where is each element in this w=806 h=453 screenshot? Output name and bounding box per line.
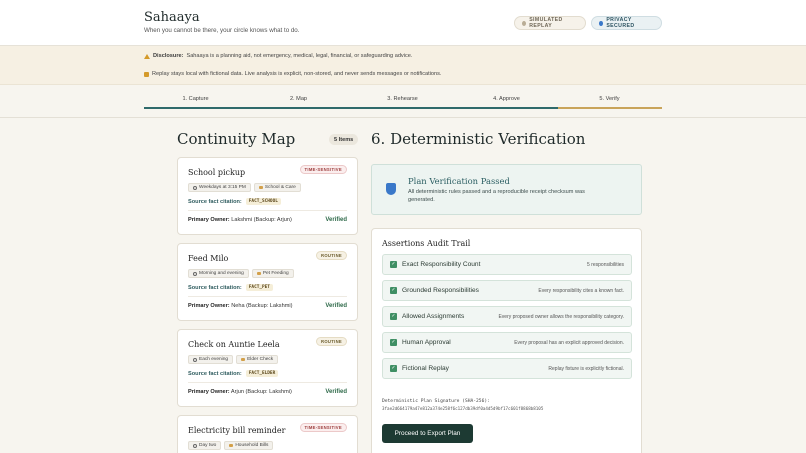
clock-icon (193, 185, 197, 190)
priority-tag: TIME-SENSITIVE (299, 165, 347, 174)
checkbox-checked-icon: ✓ (390, 339, 397, 346)
source-citation: Source fact citation: FACT_PET (188, 284, 273, 291)
verified-status: Verified (325, 389, 347, 395)
primary-owner: Primary Owner: Lakshmi (Backup: Arjun) (188, 217, 292, 223)
primary-owner: Primary Owner: Arjun (Backup: Lakshmi) (188, 389, 292, 395)
replay-line: Replay stays local with fictional data. … (144, 71, 441, 77)
pass-title: Plan Verification Passed (408, 176, 510, 186)
responsibility-card[interactable]: School pickup TIME-SENSITIVE Weekdays at… (177, 157, 358, 235)
folder-icon (258, 186, 263, 189)
shield-icon (599, 20, 604, 26)
signature-label: Deterministic Plan Signature (SHA-256): (382, 399, 490, 404)
shield-icon (386, 183, 396, 195)
assertion-row: ✓ Grounded Responsibilities Every respon… (382, 280, 632, 301)
checkbox-checked-icon: ✓ (390, 313, 397, 320)
source-citation: Source fact citation: FACT_SCHOOL (188, 198, 281, 205)
schedule-chip: Day two (188, 441, 222, 450)
checkbox-checked-icon: ✓ (390, 261, 397, 268)
disclosure-banner: Disclosure: Sahaaya is a planning aid, n… (0, 46, 806, 85)
verified-status: Verified (325, 303, 347, 309)
responsibility-card[interactable]: Check on Auntie Leela ROUTINE Each eveni… (177, 329, 358, 407)
priority-tag: TIME-SENSITIVE (299, 423, 347, 432)
step-bar-complete (144, 107, 558, 109)
brand-title: Sahaaya (144, 10, 200, 25)
category-chip: School & Care (253, 183, 301, 192)
disclosure-line: Disclosure: Sahaaya is a planning aid, n… (144, 53, 412, 59)
pass-description: All deterministic rules passed and a rep… (408, 189, 585, 203)
responsibility-card[interactable]: Electricity bill reminder TIME-SENSITIVE… (177, 415, 358, 453)
signature-value: 3fae2d664179a47e812a374e258f6c127db39df0… (382, 406, 544, 411)
schedule-chip: Weekdays at 3:15 PM (188, 183, 251, 192)
assertion-row: ✓ Allowed Assignments Every proposed own… (382, 306, 632, 327)
checkbox-checked-icon: ✓ (390, 287, 397, 294)
category-chip: Elder Check (236, 355, 279, 364)
verification-passed-panel: Plan Verification Passed All determinist… (371, 164, 642, 215)
step-rehearse[interactable]: 3. Rehearse (351, 96, 454, 102)
warning-icon (144, 53, 150, 59)
card-title: Check on Auntie Leela (188, 340, 280, 349)
privacy-secured-badge: PRIVACY SECURED (591, 16, 662, 30)
clock-icon (193, 357, 197, 362)
schedule-chip: Each evening (188, 355, 234, 364)
app-header: Sahaaya When you cannot be there, your c… (0, 0, 806, 46)
audit-title: Assertions Audit Trail (382, 239, 471, 248)
source-citation: Source fact citation: FACT_ELDER (188, 370, 279, 377)
brand-tagline: When you cannot be there, your circle kn… (144, 27, 300, 34)
schedule-chip: Morning and evening (188, 269, 249, 278)
primary-owner: Primary Owner: Neha (Backup: Lakshmi) (188, 303, 293, 309)
replay-icon (522, 20, 527, 26)
priority-tag: ROUTINE (316, 337, 347, 346)
step-progress: 1. Capture 2. Map 3. Rehearse 4. Approve… (0, 85, 806, 118)
priority-tag: ROUTINE (316, 251, 347, 260)
continuity-map-title: Continuity Map (177, 130, 296, 148)
folder-icon (256, 272, 261, 275)
category-chip: Pet Feeding (251, 269, 294, 278)
step-map[interactable]: 2. Map (247, 96, 350, 102)
export-plan-button[interactable]: Proceed to Export Plan (382, 424, 473, 443)
simulated-replay-badge: SIMULATED REPLAY (514, 16, 586, 30)
card-divider (188, 210, 347, 211)
verification-title: 6. Deterministic Verification (371, 130, 586, 148)
step-approve[interactable]: 4. Approve (455, 96, 558, 102)
lock-icon (144, 71, 149, 77)
folder-icon (229, 444, 234, 447)
assertion-row: ✓ Fictional Replay Replay fixture is exp… (382, 358, 632, 379)
card-divider (188, 382, 347, 383)
card-title: School pickup (188, 168, 246, 177)
category-chip: Household Bills (224, 441, 274, 450)
step-bar-active (558, 107, 662, 109)
step-verify[interactable]: 5. Verify (558, 96, 661, 102)
clock-icon (193, 271, 197, 276)
card-divider (188, 296, 347, 297)
clock-icon (193, 443, 197, 448)
items-count-badge: 5 Items (329, 134, 359, 145)
responsibility-card[interactable]: Feed Milo ROUTINE Morning and evening Pe… (177, 243, 358, 321)
verified-status: Verified (325, 217, 347, 223)
step-capture[interactable]: 1. Capture (144, 96, 247, 102)
card-title: Electricity bill reminder (188, 426, 286, 435)
assertions-audit-trail: Assertions Audit Trail ✓ Exact Responsib… (371, 228, 642, 453)
card-title: Feed Milo (188, 254, 229, 263)
folder-icon (241, 358, 246, 361)
checkbox-checked-icon: ✓ (390, 365, 397, 372)
assertion-row: ✓ Exact Responsibility Count 5 responsib… (382, 254, 632, 275)
assertion-row: ✓ Human Approval Every proposal has an e… (382, 332, 632, 353)
